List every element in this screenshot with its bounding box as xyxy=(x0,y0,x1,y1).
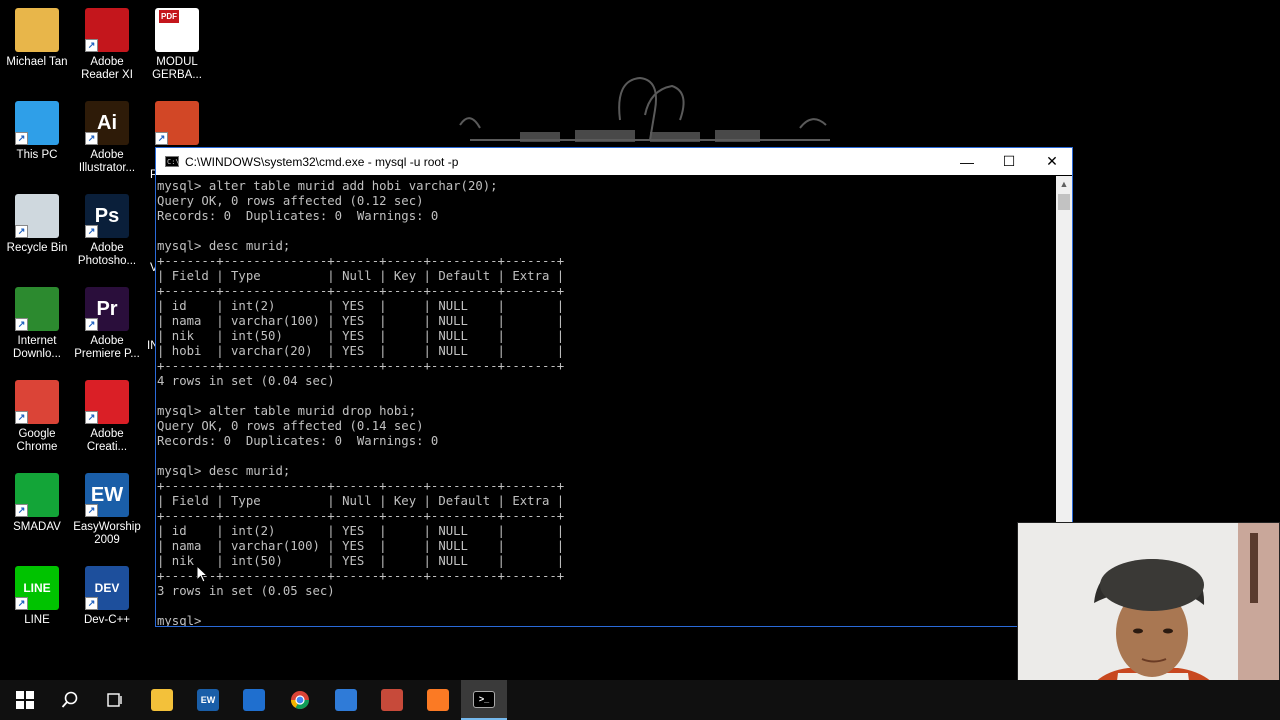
shortcut-arrow-icon: ↗ xyxy=(85,597,98,610)
mouse-cursor-icon xyxy=(196,565,208,583)
close-button[interactable]: ✕ xyxy=(1030,148,1074,175)
desktop-shortcut-label: Adobe Illustrator... xyxy=(78,149,136,174)
desktop-shortcut[interactable]: ↗ Adobe Creati... xyxy=(73,380,141,454)
chrome-icon: ↗ xyxy=(15,380,59,424)
desktop-shortcut-label: SMADAV xyxy=(13,521,61,533)
recycle-bin-icon: ↗ xyxy=(15,194,59,238)
desktop-shortcut[interactable]: Ps ↗ Adobe Photosho... xyxy=(73,194,141,268)
search-icon xyxy=(59,689,81,711)
easyworship-icon: EW xyxy=(197,689,219,711)
dev-cpp-icon: DEV ↗ xyxy=(85,566,129,610)
desktop-shortcut-label: Google Chrome xyxy=(16,428,58,453)
shortcut-arrow-icon: ↗ xyxy=(85,504,98,517)
taskbar-button[interactable] xyxy=(47,680,93,720)
network-computer-icon xyxy=(335,689,357,711)
smadav-icon: ↗ xyxy=(15,473,59,517)
shortcut-arrow-icon: ↗ xyxy=(15,597,28,610)
desktop-shortcut[interactable]: ↗ Adobe Reader XI xyxy=(73,8,141,82)
desktop-shortcut[interactable]: ↗ Google Chrome xyxy=(3,380,71,454)
powerpoint-file-icon: ↗ xyxy=(155,101,199,145)
taskbar-button[interactable] xyxy=(415,680,461,720)
windows-start-icon xyxy=(14,689,36,711)
taskbar-button[interactable] xyxy=(323,680,369,720)
desktop-shortcut-label: Adobe Premiere P... xyxy=(74,335,140,360)
shortcut-arrow-icon: ↗ xyxy=(85,39,98,52)
taskbar-button[interactable] xyxy=(92,680,138,720)
taskbar-button[interactable]: EW xyxy=(185,680,231,720)
minimize-button[interactable]: — xyxy=(945,148,989,175)
desktop-shortcut-label: LINE xyxy=(24,614,50,626)
scrollbar-thumb[interactable] xyxy=(1058,194,1070,210)
illustrator-icon: Ai ↗ xyxy=(85,101,129,145)
taskbar-button[interactable] xyxy=(277,680,323,720)
desktop-shortcut-label: Adobe Photosho... xyxy=(77,242,137,267)
photoshop-icon: Ps ↗ xyxy=(85,194,129,238)
console-text: mysql> alter table murid add hobi varcha… xyxy=(157,179,565,626)
desktop-shortcut-label: Recycle Bin xyxy=(6,242,68,254)
task-view-icon xyxy=(104,689,126,711)
line-icon: LINE ↗ xyxy=(15,566,59,610)
user-folder-icon xyxy=(15,8,59,52)
taskbar-button[interactable]: >_ xyxy=(461,680,507,720)
shortcut-arrow-icon: ↗ xyxy=(15,411,28,424)
taskbar: EW >_ xyxy=(0,680,1280,720)
window-titlebar[interactable]: C:\ C:\WINDOWS\system32\cmd.exe - mysql … xyxy=(156,148,1072,175)
desktop-shortcut-label: Internet Downlo... xyxy=(13,335,61,360)
desktop-shortcut-label: Adobe Creati... xyxy=(86,428,128,453)
shortcut-arrow-icon: ↗ xyxy=(15,318,28,331)
maximize-button[interactable]: ☐ xyxy=(987,148,1031,175)
app-icon xyxy=(381,689,403,711)
command-prompt-icon: >_ xyxy=(473,690,495,708)
taskbar-button[interactable] xyxy=(139,680,185,720)
desktop-shortcut[interactable]: ↗ SMADAV xyxy=(3,473,71,534)
desktop-shortcut-label: Dev-C++ xyxy=(83,614,131,626)
desktop-shortcut-label: Michael Tan xyxy=(6,56,68,68)
premiere-icon: Pr ↗ xyxy=(85,287,129,331)
command-prompt-window[interactable]: C:\ C:\WINDOWS\system32\cmd.exe - mysql … xyxy=(155,147,1073,627)
shortcut-arrow-icon: ↗ xyxy=(85,132,98,145)
cmd-app-icon: C:\ xyxy=(165,156,180,167)
desktop-shortcut[interactable]: Michael Tan xyxy=(3,8,71,69)
desktop-shortcut[interactable]: ↗ This PC xyxy=(3,101,71,162)
taskbar-button[interactable] xyxy=(369,680,415,720)
shortcut-arrow-icon: ↗ xyxy=(155,132,168,145)
shortcut-arrow-icon: ↗ xyxy=(15,504,28,517)
taskbar-button[interactable] xyxy=(2,680,48,720)
xampp-icon xyxy=(427,689,449,711)
console-output[interactable]: mysql> alter table murid add hobi varcha… xyxy=(156,176,1058,626)
shortcut-arrow-icon: ↗ xyxy=(15,132,28,145)
internet-download-manager-icon: ↗ xyxy=(15,287,59,331)
computer-icon: ↗ xyxy=(15,101,59,145)
desktop-shortcut-label: MODUL GERBA... xyxy=(152,56,202,81)
taskbar-button[interactable] xyxy=(231,680,277,720)
window-title: C:\WINDOWS\system32\cmd.exe - mysql -u r… xyxy=(185,154,459,169)
adobe-reader-icon: ↗ xyxy=(85,8,129,52)
desktop-shortcut[interactable]: ↗ Internet Downlo... xyxy=(3,287,71,361)
desktop-shortcut[interactable]: EW ↗ EasyWorship 2009 xyxy=(73,473,141,547)
shortcut-arrow-icon: ↗ xyxy=(85,318,98,331)
creative-cloud-icon: ↗ xyxy=(85,380,129,424)
shortcut-arrow-icon: ↗ xyxy=(85,411,98,424)
desktop-shortcut-label: Adobe Reader XI xyxy=(81,56,133,81)
shortcut-arrow-icon: ↗ xyxy=(15,225,28,238)
scroll-up-icon[interactable]: ▲ xyxy=(1056,176,1072,192)
desktop-shortcut-label: EasyWorship 2009 xyxy=(73,521,141,546)
pdf-file-icon: PDF xyxy=(155,8,199,52)
desktop-shortcut-label: This PC xyxy=(16,149,58,161)
desktop-shortcut[interactable]: ↗ Recycle Bin xyxy=(3,194,71,255)
chrome-icon xyxy=(289,689,311,711)
desktop-shortcut[interactable]: Pr ↗ Adobe Premiere P... xyxy=(73,287,141,361)
file-explorer-icon xyxy=(151,689,173,711)
desktop-shortcut[interactable]: Ai ↗ Adobe Illustrator... xyxy=(73,101,141,175)
smadav-shield-icon xyxy=(243,689,265,711)
desktop-shortcut[interactable]: PDF MODUL GERBA... xyxy=(143,8,211,82)
desktop-shortcut[interactable]: LINE ↗ LINE xyxy=(3,566,71,627)
shortcut-arrow-icon: ↗ xyxy=(85,225,98,238)
easyworship-icon: EW ↗ xyxy=(85,473,129,517)
desktop-shortcut[interactable]: DEV ↗ Dev-C++ xyxy=(73,566,141,627)
